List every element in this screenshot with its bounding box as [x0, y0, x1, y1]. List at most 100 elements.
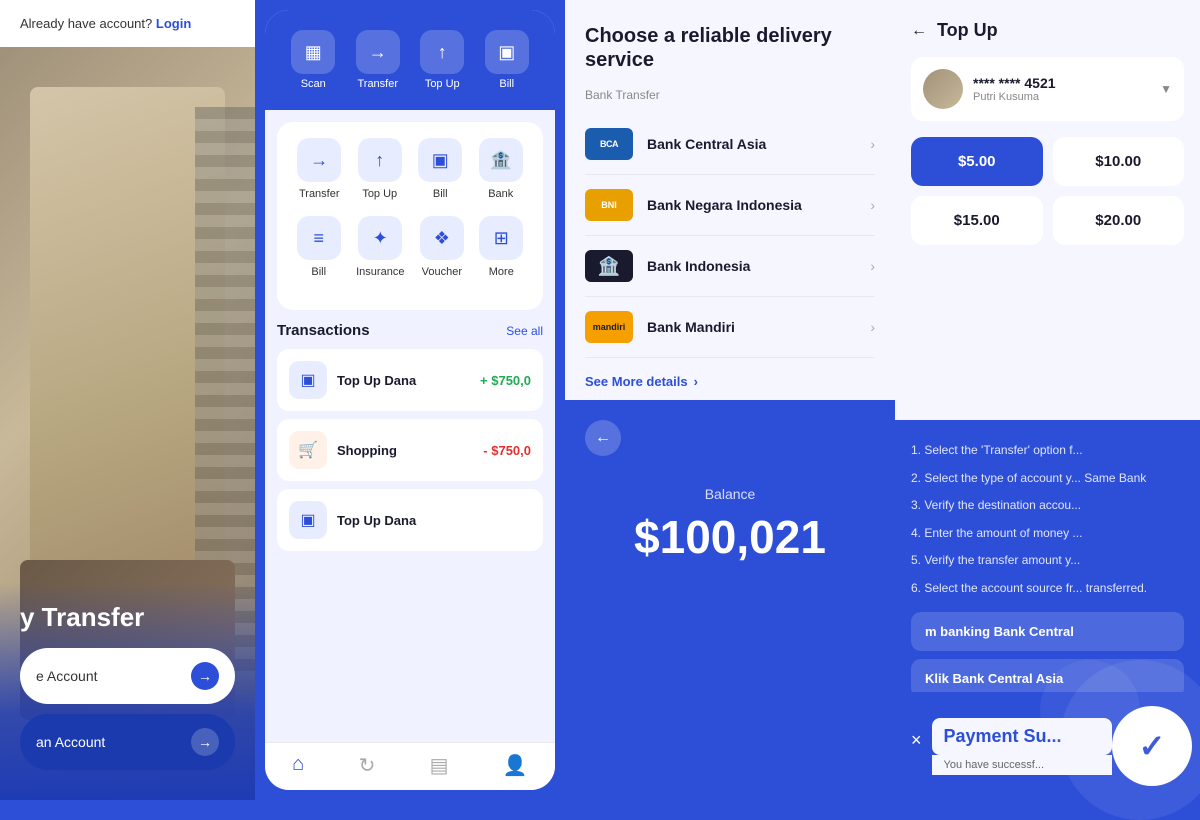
account-info: **** **** 4521 Putri Kusuma: [973, 75, 1150, 103]
info-steps: 1. Select the 'Transfer' option f... 2. …: [911, 440, 1184, 600]
step-6: 6. Select the account source fr... trans…: [911, 578, 1184, 600]
bi-name: Bank Indonesia: [647, 258, 870, 274]
step-3: 3. Verify the destination accou...: [911, 495, 1184, 517]
btn2-arrow-icon: →: [191, 728, 219, 756]
top-icon-transfer[interactable]: → Transfer: [356, 30, 400, 90]
service-topup-label: Top Up: [362, 188, 397, 200]
top-icons-row: ▦ Scan → Transfer ↑ Top Up ▣ Bill: [281, 22, 539, 94]
top-icon-scan[interactable]: ▦ Scan: [291, 30, 335, 90]
topup-label: Top Up: [425, 78, 460, 90]
top-icon-topup[interactable]: ↑ Top Up: [420, 30, 464, 90]
photo-overlay: y Transfer e Account → an Account →: [0, 583, 255, 800]
mandiri-chevron-icon: ›: [870, 319, 875, 335]
balance-amount: $100,021: [634, 510, 826, 564]
service-voucher-label: Voucher: [422, 266, 462, 278]
account-btn-2[interactable]: an Account →: [20, 714, 235, 770]
balance-label: Balance: [705, 486, 756, 502]
tx-topup-amount: + $750,0: [480, 373, 531, 388]
amount-5[interactable]: $5.00: [911, 137, 1043, 186]
photo-section: y Transfer e Account → an Account →: [0, 47, 255, 800]
bank-bi[interactable]: 🏦 Bank Indonesia ›: [585, 236, 875, 297]
step-4: 4. Enter the amount of money ...: [911, 523, 1184, 545]
amount-20[interactable]: $20.00: [1053, 196, 1185, 245]
service-bill2-icon: ≡: [297, 216, 341, 260]
scan-icon: ▦: [291, 30, 335, 74]
service-more-label: More: [489, 266, 514, 278]
service-bank[interactable]: 🏦 Bank: [479, 138, 523, 200]
transactions-title: Transactions: [277, 322, 370, 339]
service-transfer[interactable]: → Transfer: [297, 138, 341, 200]
service-bill-label: Bill: [433, 188, 448, 200]
nav-list[interactable]: ▤: [430, 753, 449, 778]
account-selector[interactable]: **** **** 4521 Putri Kusuma ▼: [911, 57, 1184, 121]
service-topup-icon: ↑: [358, 138, 402, 182]
step-5: 5. Verify the transfer amount y...: [911, 550, 1184, 572]
app-screen: ▦ Scan → Transfer ↑ Top Up ▣ Bill: [265, 10, 555, 790]
top-icon-bill[interactable]: ▣ Bill: [485, 30, 529, 90]
transactions-header: Transactions See all: [277, 322, 543, 339]
bank-transfer-label: Bank Transfer: [585, 88, 875, 102]
account-btn-1[interactable]: e Account →: [20, 648, 235, 704]
topup-back-icon[interactable]: ←: [911, 22, 927, 40]
account-avatar: [923, 69, 963, 109]
service-row-1: → Transfer ↑ Top Up ▣ Bill 🏦 Bank: [289, 138, 531, 200]
service-bill[interactable]: ▣ Bill: [418, 138, 462, 200]
bca-chevron-icon: ›: [870, 136, 875, 152]
tx-shopping-amount: - $750,0: [483, 443, 531, 458]
transaction-topup-1[interactable]: ▣ Top Up Dana + $750,0: [277, 349, 543, 411]
bca-logo: BCA: [585, 128, 633, 160]
nav-home[interactable]: ⌂: [292, 753, 304, 778]
service-voucher[interactable]: ❖ Voucher: [420, 216, 464, 278]
amount-grid: $5.00 $10.00 $15.00 $20.00: [911, 137, 1184, 245]
account-number: **** **** 4521: [973, 75, 1150, 91]
amount-10[interactable]: $10.00: [1053, 137, 1185, 186]
tx-shopping-name: Shopping: [337, 443, 397, 458]
bni-chevron-icon: ›: [870, 197, 875, 213]
balance-back-button[interactable]: ←: [585, 420, 621, 456]
bni-name: Bank Negara Indonesia: [647, 197, 870, 213]
tx-topup2-name: Top Up Dana: [337, 513, 416, 528]
bank-bca[interactable]: BCA Bank Central Asia ›: [585, 114, 875, 175]
service-bank-label: Bank: [488, 188, 513, 200]
app-panel: ▦ Scan → Transfer ↑ Top Up ▣ Bill: [255, 0, 565, 800]
bill-label: Bill: [499, 78, 514, 90]
transaction-shopping[interactable]: 🛒 Shopping - $750,0: [277, 419, 543, 481]
bi-logo: 🏦: [585, 250, 633, 282]
balance-screen: ← Balance $100,021: [565, 400, 895, 800]
service-insurance[interactable]: ✦ Insurance: [356, 216, 404, 278]
step-1: 1. Select the 'Transfer' option f...: [911, 440, 1184, 462]
transfer-label: Transfer: [357, 78, 398, 90]
see-more-link[interactable]: See More details ›: [585, 358, 875, 400]
btn1-label: e Account: [36, 668, 98, 684]
close-button[interactable]: ×: [911, 730, 922, 751]
service-transfer-icon: →: [297, 138, 341, 182]
service-voucher-icon: ❖: [420, 216, 464, 260]
option-mbanking[interactable]: m banking Bank Central: [911, 612, 1184, 651]
service-topup[interactable]: ↑ Top Up: [358, 138, 402, 200]
service-more[interactable]: ⊞ More: [479, 216, 523, 278]
see-all-link[interactable]: See all: [506, 324, 543, 338]
bill-icon: ▣: [485, 30, 529, 74]
topup-title: Top Up: [937, 20, 998, 41]
nav-profile[interactable]: 👤: [503, 753, 528, 778]
see-more-chevron-icon: ›: [694, 374, 698, 389]
tx-shopping-icon: 🛒: [289, 431, 327, 469]
see-more-text: See More details: [585, 374, 688, 389]
nav-refresh[interactable]: ↻: [359, 753, 376, 778]
login-link[interactable]: Login: [156, 16, 191, 31]
delivery-card: Choose a reliable delivery service Bank …: [565, 0, 895, 400]
mandiri-logo: mandiri: [585, 311, 633, 343]
service-insurance-icon: ✦: [358, 216, 402, 260]
amount-15[interactable]: $15.00: [911, 196, 1043, 245]
transfer-title: y Transfer: [20, 603, 235, 632]
transaction-topup-2[interactable]: ▣ Top Up Dana: [277, 489, 543, 551]
service-bill2[interactable]: ≡ Bill: [297, 216, 341, 278]
bank-mandiri[interactable]: mandiri Bank Mandiri ›: [585, 297, 875, 358]
app-body: → Transfer ↑ Top Up ▣ Bill 🏦 Bank: [265, 110, 555, 742]
scan-label: Scan: [301, 78, 326, 90]
bank-bni[interactable]: BNI Bank Negara Indonesia ›: [585, 175, 875, 236]
bca-name: Bank Central Asia: [647, 136, 870, 152]
step-2: 2. Select the type of account y... Same …: [911, 468, 1184, 490]
service-bank-icon: 🏦: [479, 138, 523, 182]
tx-topup2-icon: ▣: [289, 501, 327, 539]
